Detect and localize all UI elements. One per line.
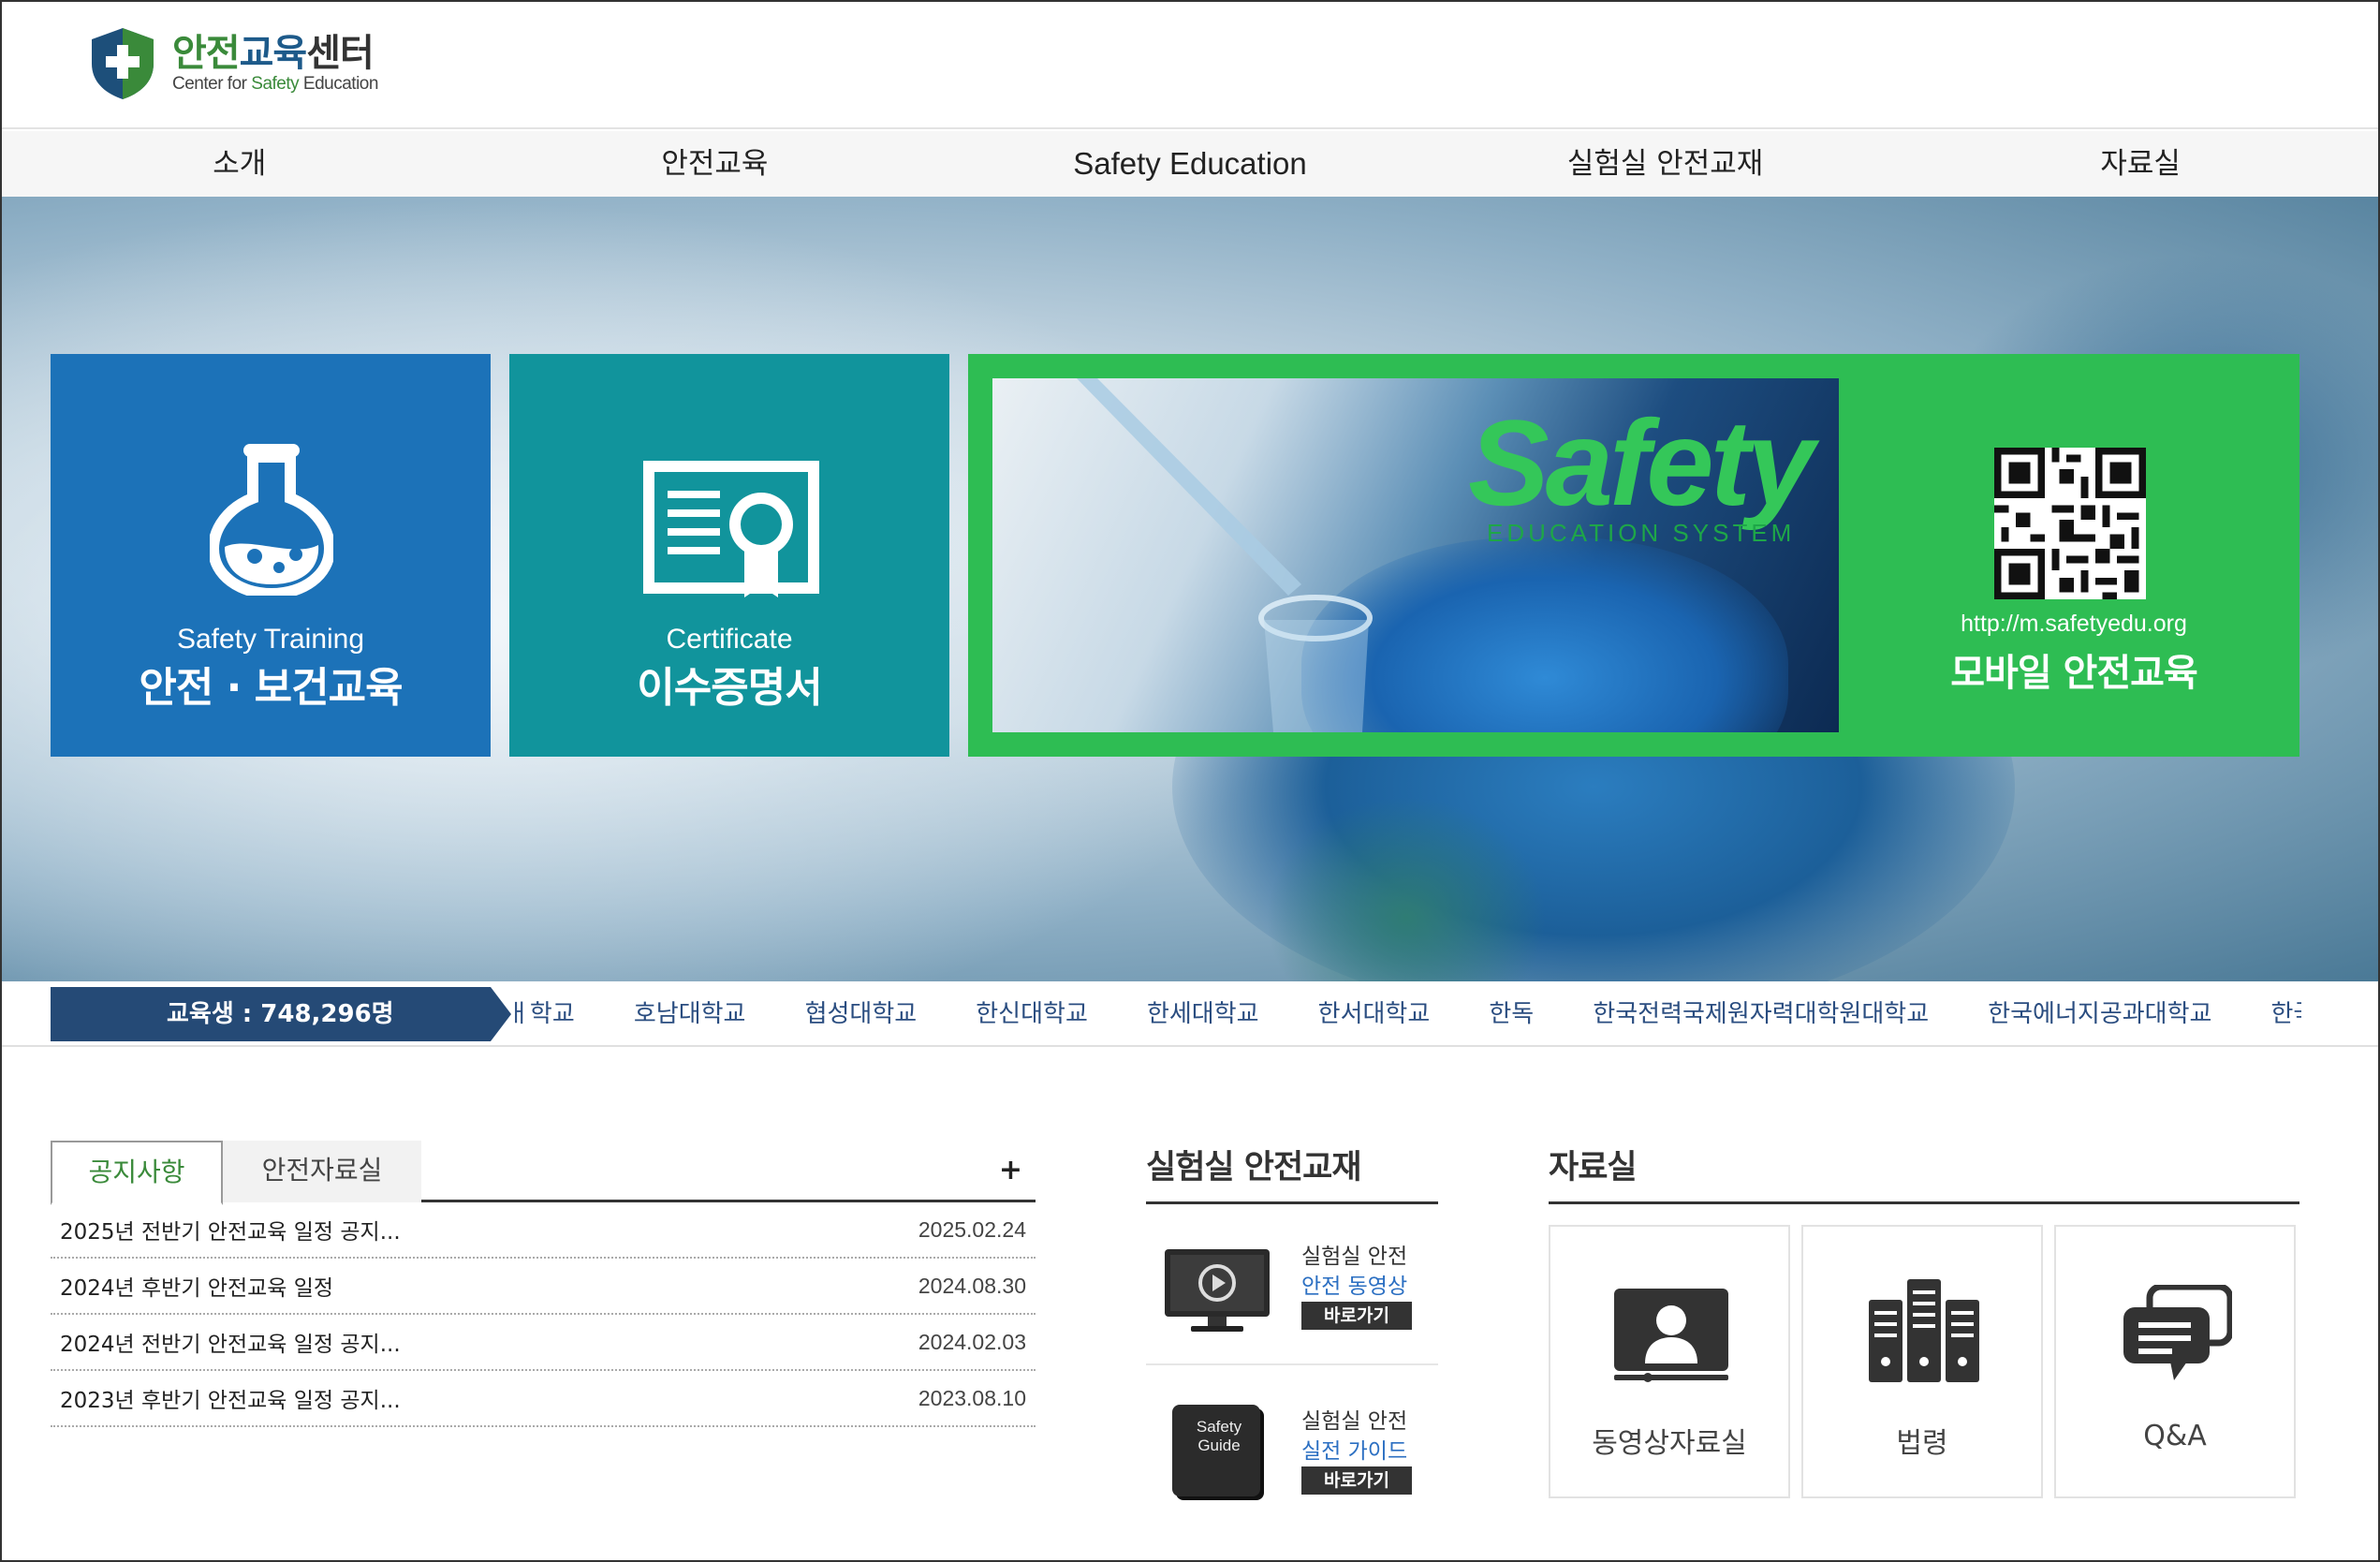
logo-title-part: 교육 [239, 32, 308, 75]
university-link[interactable]: 한독 [1489, 981, 1534, 1047]
university-link[interactable]: 한국 [2271, 981, 2301, 1047]
lab-guide-line1: 실험실 안전 [1301, 1409, 1408, 1434]
tab-safety-materials[interactable]: 안전자료실 [223, 1141, 421, 1202]
nav-item-safety-education-en[interactable]: Safety Education [952, 131, 1428, 197]
mobile-safety-education-label: 모바일 안전교육 [1950, 652, 2198, 695]
main-nav: 소개 안전교육 Safety Education 실험실 안전교재 자료실 [2, 131, 2378, 197]
safety-logo-subtitle: EDUCATION SYSTEM [1487, 519, 1796, 547]
student-count-badge: 교육생 : 748,296명 [51, 987, 511, 1041]
tab-notices[interactable]: 공지사항 [51, 1141, 223, 1205]
notice-date: 2024.08.30 [918, 1273, 1026, 1298]
qna-label: Q&A [2143, 1420, 2207, 1452]
nav-item-resources[interactable]: 자료실 [1903, 131, 2378, 197]
lab-guide-line2: 실전 가이드 [1301, 1439, 1408, 1464]
university-link[interactable]: 한국전력국제원자력대학원대학교 [1593, 981, 1929, 1047]
video-user-icon [1614, 1289, 1728, 1382]
nav-item-lab-textbook[interactable]: 실험실 안전교재 [1428, 131, 1903, 197]
safety-training-en-label: Safety Training [176, 624, 365, 655]
university-link[interactable]: 호남대학교 [634, 981, 746, 1047]
notice-title: 2025년 전반기 안전교육 일정 공지... [60, 1220, 401, 1245]
lab-video-line2: 안전 동영상 [1301, 1275, 1408, 1299]
resources-heading: 자료실 [1549, 1141, 2299, 1204]
university-ticker: 교육생 : 748,296명 ㅐ학교 호남대학교 협성대학교 한신대학교 한세대… [2, 981, 2378, 1047]
notice-date: 2024.02.03 [918, 1329, 1026, 1354]
more-button[interactable]: + [999, 1154, 1022, 1186]
university-link[interactable]: 협성대학교 [805, 981, 918, 1047]
qna-button[interactable]: Q&A [2054, 1225, 2296, 1498]
university-link[interactable]: 한신대학교 [976, 981, 1088, 1047]
chat-bubbles-icon [2123, 1285, 2232, 1380]
safety-logo-word: Safety [1468, 394, 1814, 531]
notice-tabs: 안전자료실 공지사항 + [51, 1141, 1036, 1205]
lab-guide-link[interactable]: Safety Guide 실험실 안전 실전 가이드 바로가기 [1146, 1375, 1438, 1530]
mobile-safety-education-tile[interactable]: Safety EDUCATION SYSTEM http://m.safetye… [968, 354, 2299, 757]
notice-list: 2025년 전반기 안전교육 일정 공지... 2025.02.24 2024년… [51, 1202, 1036, 1427]
university-link[interactable]: 한서대학교 [1318, 981, 1431, 1047]
flask-icon [210, 444, 333, 596]
notice-row[interactable]: 2024년 후반기 안전교육 일정 2024.08.30 [51, 1259, 1036, 1315]
video-resources-label: 동영상자료실 [1592, 1427, 1747, 1460]
book-label: Safety Guide [1196, 1418, 1242, 1454]
university-link[interactable]: 한국에너지공과대학교 [1988, 981, 2211, 1047]
notice-date: 2025.02.24 [918, 1216, 1026, 1242]
logo-subtitle-part: Education [299, 74, 379, 94]
shield-cross-icon [92, 28, 154, 99]
lab-guide-go-button[interactable]: 바로가기 [1301, 1466, 1412, 1495]
safety-training-ko-label: 안전 · 보건교육 [139, 664, 403, 712]
logo-title-part: 센터 [306, 32, 375, 75]
lab-video-link[interactable]: 실험실 안전 안전 동영상 바로가기 [1146, 1210, 1438, 1365]
hero-background [1266, 796, 1547, 981]
notice-title: 2023년 후반기 안전교육 일정 공지... [60, 1389, 401, 1413]
notice-row[interactable]: 2024년 전반기 안전교육 일정 공지... 2024.02.03 [51, 1315, 1036, 1371]
logo-title-part: 안전 [172, 32, 241, 75]
qr-code-icon [1994, 448, 2146, 599]
notice-date: 2023.08.10 [918, 1385, 1026, 1410]
university-link[interactable]: ㅐ학교 [507, 981, 575, 1047]
notice-title: 2024년 전반기 안전교육 일정 공지... [60, 1333, 401, 1357]
site-header: 안전교육센터 Center for Safety Education [2, 2, 2378, 129]
laws-label: 법령 [1896, 1427, 1948, 1460]
lab-pipette-photo: Safety EDUCATION SYSTEM [992, 378, 1839, 732]
lab-video-go-button[interactable]: 바로가기 [1301, 1302, 1412, 1330]
certificate-en-label: Certificate [666, 624, 793, 655]
university-list: ㅐ학교 호남대학교 협성대학교 한신대학교 한세대학교 한서대학교 한독 한국전… [507, 981, 2301, 1047]
nav-item-intro[interactable]: 소개 [2, 131, 477, 197]
video-resources-button[interactable]: 동영상자료실 [1549, 1225, 1790, 1498]
safety-training-tile[interactable]: Safety Training 안전 · 보건교육 [51, 354, 491, 757]
certificate-tile[interactable]: Certificate 이수증명서 [509, 354, 949, 757]
notice-row[interactable]: 2023년 후반기 안전교육 일정 공지... 2023.08.10 [51, 1371, 1036, 1427]
hero-banner: Safety Training 안전 · 보건교육 Certificate 이수… [2, 197, 2378, 981]
certificate-ko-label: 이수증명서 [637, 664, 822, 712]
certificate-icon [643, 461, 819, 597]
lab-textbook-heading: 실험실 안전교재 [1146, 1141, 1438, 1204]
notice-title: 2024년 후반기 안전교육 일정 [60, 1276, 334, 1301]
mobile-url: http://m.safetyedu.org [1961, 611, 2187, 637]
video-monitor-icon [1165, 1249, 1270, 1332]
laws-button[interactable]: 법령 [1801, 1225, 2043, 1498]
logo-subtitle-part: Center for [172, 74, 252, 94]
lab-video-line1: 실험실 안전 [1301, 1245, 1408, 1269]
guide-book-icon: Safety Guide [1172, 1405, 1260, 1496]
logo-subtitle-part: Safety [251, 74, 300, 94]
law-books-icon [1869, 1279, 1979, 1382]
notice-row[interactable]: 2025년 전반기 안전교육 일정 공지... 2025.02.24 [51, 1202, 1036, 1259]
logo-subtitle: Center for Safety Education [172, 74, 378, 95]
nav-item-safety-education-ko[interactable]: 안전교육 [477, 131, 953, 197]
site-logo[interactable]: 안전교육센터 Center for Safety Education [88, 26, 378, 101]
university-link[interactable]: 한세대학교 [1147, 981, 1259, 1047]
logo-title: 안전교육센터 [172, 33, 378, 74]
